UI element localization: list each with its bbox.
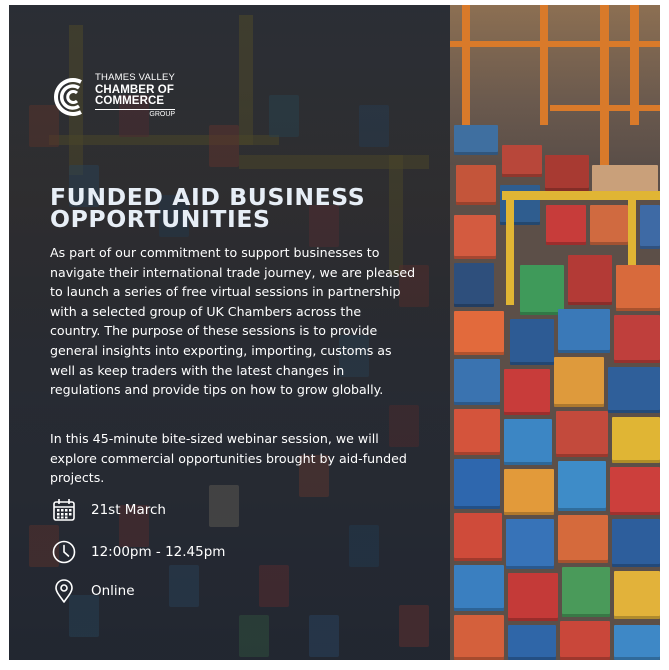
logo-line-4: GROUP [149, 110, 176, 118]
headline: FUNDED AID BUSINESS OPPORTUNITIES [50, 185, 450, 233]
intro-line: regulations and provide tips on how to g… [50, 382, 384, 398]
intro-line: country. The purpose of these sessions i… [50, 323, 378, 339]
port-photo [450, 5, 660, 660]
chamber-logo: THAMES VALLEY CHAMBER OF COMMERCE GROUP [51, 71, 201, 131]
intro-paragraph: As part of our commitment to support bus… [50, 243, 450, 400]
logo-divider [95, 108, 175, 110]
intro-line: to launch a series of free virtual sessi… [50, 284, 401, 300]
calendar-icon [53, 499, 75, 521]
flyer: THAMES VALLEY CHAMBER OF COMMERCE GROUP … [9, 5, 660, 660]
logo-line-3: COMMERCE [95, 95, 165, 107]
event-time: 12:00pm - 12.45pm [51, 539, 225, 565]
chamber-logo-mark-icon [54, 78, 82, 116]
location-pin-icon [55, 579, 73, 603]
event-date: 21st March [51, 497, 166, 523]
session-line: projects. [50, 470, 105, 486]
session-line: explore commercial opportunities brought… [50, 450, 407, 466]
event-location: Online [51, 578, 135, 604]
clock-icon [52, 540, 76, 564]
intro-line: navigate their international trade journ… [50, 264, 416, 280]
intro-line: with a selected group of UK Chambers acr… [50, 303, 362, 319]
headline-line-2: OPPORTUNITIES [50, 205, 271, 233]
intro-line: general insights into exporting, importi… [50, 342, 392, 358]
event-location-text: Online [91, 583, 135, 599]
session-line: In this 45-minute bite-sized webinar ses… [50, 431, 379, 446]
intro-line: As part of our commitment to support bus… [50, 245, 380, 260]
session-paragraph: In this 45-minute bite-sized webinar ses… [50, 429, 450, 488]
event-date-text: 21st March [91, 502, 166, 518]
logo-line-1: THAMES VALLEY [95, 72, 176, 83]
intro-line: well as keep traders with the latest cha… [50, 362, 345, 378]
event-time-text: 12:00pm - 12.45pm [91, 544, 226, 560]
